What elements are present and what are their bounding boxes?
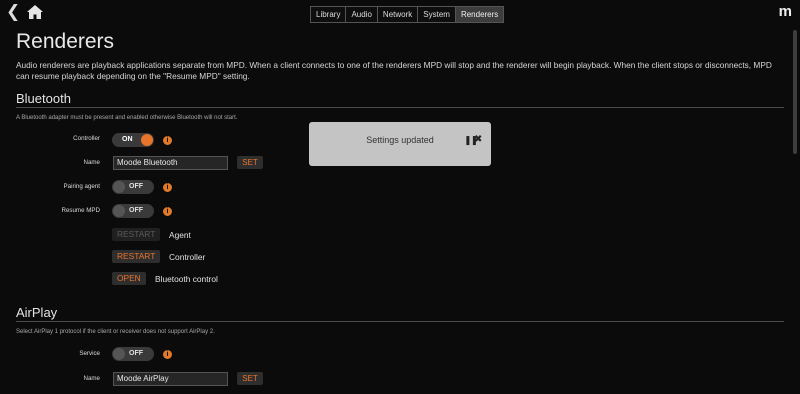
bluetooth-section-title: Bluetooth bbox=[16, 91, 71, 106]
bt-name-set-button[interactable]: SET bbox=[237, 156, 263, 169]
airplay-note: Select AirPlay 1 protocol if the client … bbox=[16, 329, 215, 335]
settings-toast: Settings updated ❚❚ ✖ bbox=[309, 122, 491, 166]
toggle-state: OFF bbox=[129, 350, 143, 357]
section-divider bbox=[16, 321, 784, 322]
controller-toggle[interactable]: ON bbox=[112, 133, 154, 147]
toggle-state: OFF bbox=[129, 183, 143, 190]
bluetooth-note: A Bluetooth adapter must be present and … bbox=[16, 115, 238, 121]
resume-mpd-label: Resume MPD bbox=[61, 207, 100, 214]
pairing-agent-label: Pairing agent bbox=[63, 183, 100, 190]
restart-agent-label: Agent bbox=[169, 230, 191, 240]
app-logo[interactable]: m bbox=[779, 3, 792, 20]
restart-agent-button[interactable]: RESTART bbox=[112, 228, 161, 241]
page-title: Renderers bbox=[16, 30, 115, 53]
settings-tabs: Library Audio Network System Renderers bbox=[310, 6, 505, 23]
airplay-service-toggle[interactable]: OFF bbox=[112, 347, 154, 361]
page-intro: Audio renderers are playback application… bbox=[16, 60, 772, 81]
info-icon[interactable]: i bbox=[163, 350, 172, 359]
home-icon[interactable] bbox=[26, 4, 44, 20]
open-bluetooth-label: Bluetooth control bbox=[155, 274, 218, 284]
airplay-name-set-button[interactable]: SET bbox=[237, 372, 263, 385]
chevron-left-icon[interactable]: ❮ bbox=[6, 3, 20, 21]
restart-controller-label: Controller bbox=[169, 252, 206, 262]
toggle-knob bbox=[113, 181, 125, 193]
section-divider bbox=[16, 107, 784, 108]
airplay-name-field[interactable]: Moode AirPlay bbox=[113, 372, 228, 386]
info-icon[interactable]: i bbox=[163, 207, 172, 216]
top-bar: ❮ Library Audio Network System Renderers… bbox=[0, 0, 800, 26]
tab-audio[interactable]: Audio bbox=[346, 7, 378, 22]
tab-renderers[interactable]: Renderers bbox=[455, 7, 504, 22]
restart-controller-button[interactable]: RESTART bbox=[112, 250, 161, 263]
tab-network[interactable]: Network bbox=[377, 7, 419, 22]
toggle-state: OFF bbox=[129, 207, 143, 214]
toggle-knob bbox=[113, 348, 125, 360]
tab-library[interactable]: Library bbox=[311, 7, 347, 22]
tab-system[interactable]: System bbox=[418, 7, 456, 22]
airplay-section-title: AirPlay bbox=[16, 305, 58, 320]
airplay-name-label: Name bbox=[83, 375, 100, 382]
open-bluetooth-button[interactable]: OPEN bbox=[112, 272, 146, 285]
toggle-knob bbox=[113, 205, 125, 217]
toggle-state: ON bbox=[122, 136, 133, 143]
resume-mpd-toggle[interactable]: OFF bbox=[112, 204, 154, 218]
bt-name-field[interactable]: Moode Bluetooth bbox=[113, 156, 228, 170]
close-icon[interactable]: ✖ bbox=[474, 134, 482, 145]
bt-name-label: Name bbox=[83, 159, 100, 166]
info-icon[interactable]: i bbox=[163, 136, 172, 145]
scrollbar[interactable] bbox=[793, 30, 797, 154]
pairing-agent-toggle[interactable]: OFF bbox=[112, 180, 154, 194]
toggle-knob bbox=[141, 134, 153, 146]
info-icon[interactable]: i bbox=[163, 183, 172, 192]
controller-label: Controller bbox=[73, 135, 100, 142]
airplay-service-label: Service bbox=[79, 350, 100, 357]
